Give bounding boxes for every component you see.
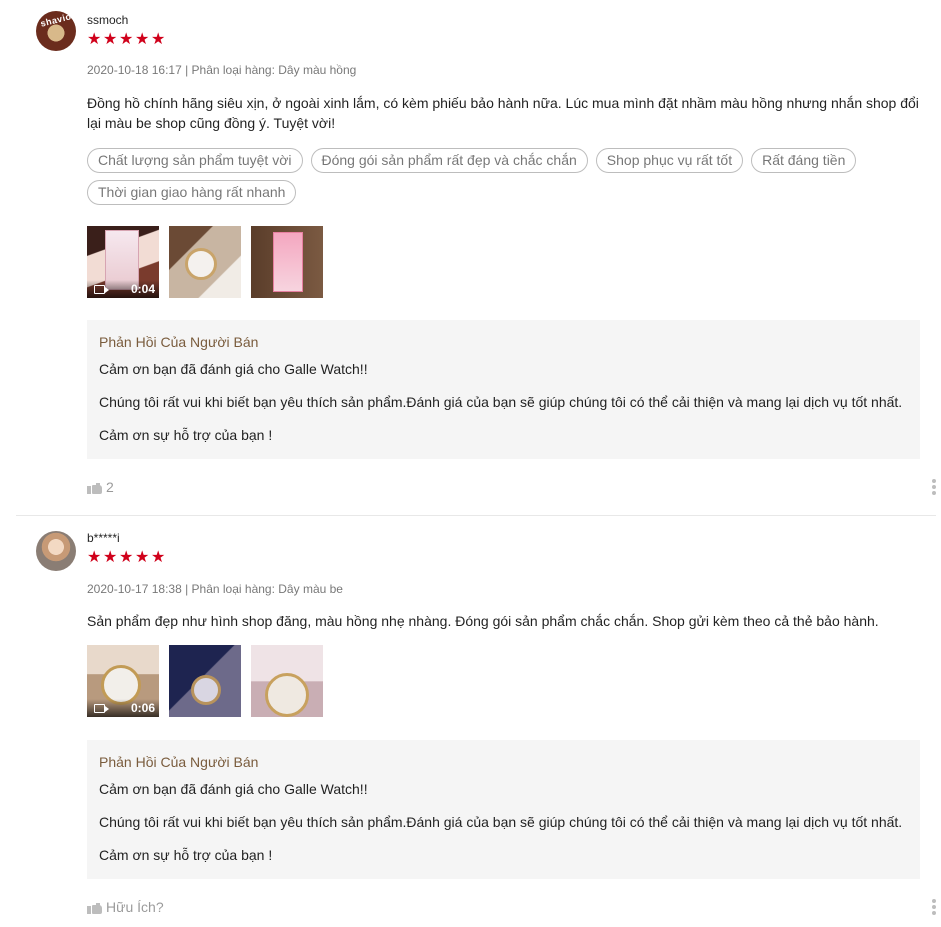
review-tag: Đóng gói sản phẩm rất đẹp và chắc chắn — [310, 148, 588, 173]
review-image-thumbnail[interactable] — [251, 226, 323, 298]
seller-reply-line: Chúng tôi rất vui khi biết bạn yêu thích… — [99, 814, 903, 830]
review-author[interactable]: ssmoch — [87, 13, 128, 27]
review-media: 0:06 — [87, 645, 323, 717]
more-options-icon[interactable] — [932, 479, 936, 495]
review-tag: Rất đáng tiền — [751, 148, 857, 173]
seller-reply: Phản Hồi Của Người Bán Cảm ơn bạn đã đán… — [87, 320, 920, 459]
review-tag: Shop phục vụ rất tốt — [595, 148, 744, 173]
avatar[interactable] — [36, 531, 76, 571]
review-item: b*****i ★ ★ ★ ★ ★ 2020-10-17 18:38 | Phâ… — [16, 517, 936, 927]
star-icon: ★ — [87, 549, 102, 566]
watch-image — [265, 673, 309, 717]
seller-reply-line: Cảm ơn sự hỗ trợ của bạn ! — [99, 427, 273, 443]
review-video-thumbnail[interactable]: 0:06 — [87, 645, 159, 717]
review-media: 0:04 — [87, 226, 323, 298]
star-icon: ★ — [151, 31, 166, 48]
seller-reply-title: Phản Hồi Của Người Bán — [99, 754, 259, 770]
star-icon: ★ — [87, 31, 102, 48]
avatar-logo-text: shavio — [39, 11, 73, 29]
star-icon: ★ — [151, 549, 166, 566]
video-overlay: 0:04 — [87, 280, 159, 298]
star-icon: ★ — [135, 31, 150, 48]
rating-stars: ★ ★ ★ ★ ★ — [87, 32, 165, 48]
helpful-label: Hữu Ích? — [106, 899, 164, 915]
review-meta: 2020-10-17 18:38 | Phân loại hàng: Dây m… — [87, 582, 343, 596]
watch-image — [185, 248, 217, 280]
watch-box-image — [273, 232, 303, 292]
seller-reply-line: Chúng tôi rất vui khi biết bạn yêu thích… — [99, 394, 903, 410]
review-tag: Thời gian giao hàng rất nhanh — [87, 180, 297, 205]
thumbs-up-icon — [87, 900, 102, 914]
video-duration: 0:04 — [130, 282, 155, 296]
review-tags: Chất lượng sản phẩm tuyệt vời Đóng gói s… — [87, 148, 887, 205]
thumbs-up-icon — [87, 480, 102, 494]
seller-reply-title: Phản Hồi Của Người Bán — [99, 334, 259, 350]
rating-stars: ★ ★ ★ ★ ★ — [87, 550, 165, 566]
review-image-thumbnail[interactable] — [169, 226, 241, 298]
watch-image — [191, 675, 221, 705]
more-options-icon[interactable] — [932, 899, 936, 915]
like-button[interactable]: Hữu Ích? — [87, 898, 164, 916]
seller-reply-line: Cảm ơn sự hỗ trợ của bạn ! — [99, 847, 273, 863]
review-content: Sản phẩm đẹp như hình shop đăng, màu hồn… — [87, 613, 879, 629]
video-overlay: 0:06 — [87, 699, 159, 717]
review-author[interactable]: b*****i — [87, 531, 120, 545]
star-icon: ★ — [119, 549, 134, 566]
review-image-thumbnail[interactable] — [169, 645, 241, 717]
review-content: Đồng hồ chính hãng siêu xịn, ở ngoài xin… — [87, 95, 919, 131]
review-tag: Chất lượng sản phẩm tuyệt vời — [87, 148, 303, 173]
review-meta: 2020-10-18 16:17 | Phân loại hàng: Dây m… — [87, 63, 357, 77]
video-camera-icon — [94, 704, 109, 713]
like-count: 2 — [106, 479, 114, 495]
video-camera-icon — [94, 285, 109, 294]
star-icon: ★ — [119, 31, 134, 48]
seller-reply-line: Cảm ơn bạn đã đánh giá cho Galle Watch!! — [99, 781, 368, 797]
star-icon: ★ — [103, 31, 118, 48]
star-icon: ★ — [103, 549, 118, 566]
review-image-thumbnail[interactable] — [251, 645, 323, 717]
star-icon: ★ — [135, 549, 150, 566]
avatar[interactable]: shavio — [36, 11, 76, 51]
video-duration: 0:06 — [130, 701, 155, 715]
seller-reply-line: Cảm ơn bạn đã đánh giá cho Galle Watch!! — [99, 361, 368, 377]
review-item: shavio ssmoch ★ ★ ★ ★ ★ 2020-10-18 16:17… — [16, 0, 936, 516]
review-video-thumbnail[interactable]: 0:04 — [87, 226, 159, 298]
like-button[interactable]: 2 — [87, 478, 114, 496]
seller-reply: Phản Hồi Của Người Bán Cảm ơn bạn đã đán… — [87, 740, 920, 879]
